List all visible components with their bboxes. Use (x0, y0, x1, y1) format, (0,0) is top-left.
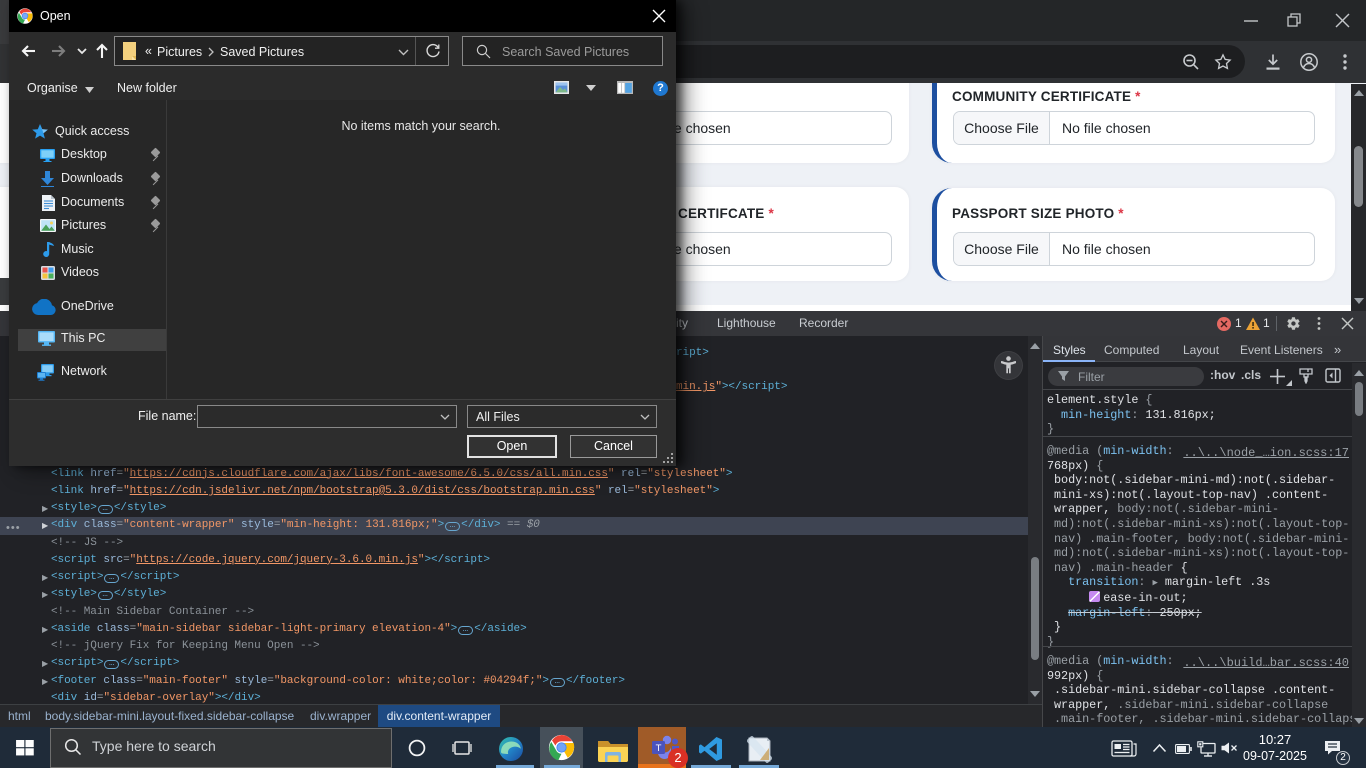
svg-text:T: T (656, 743, 662, 754)
